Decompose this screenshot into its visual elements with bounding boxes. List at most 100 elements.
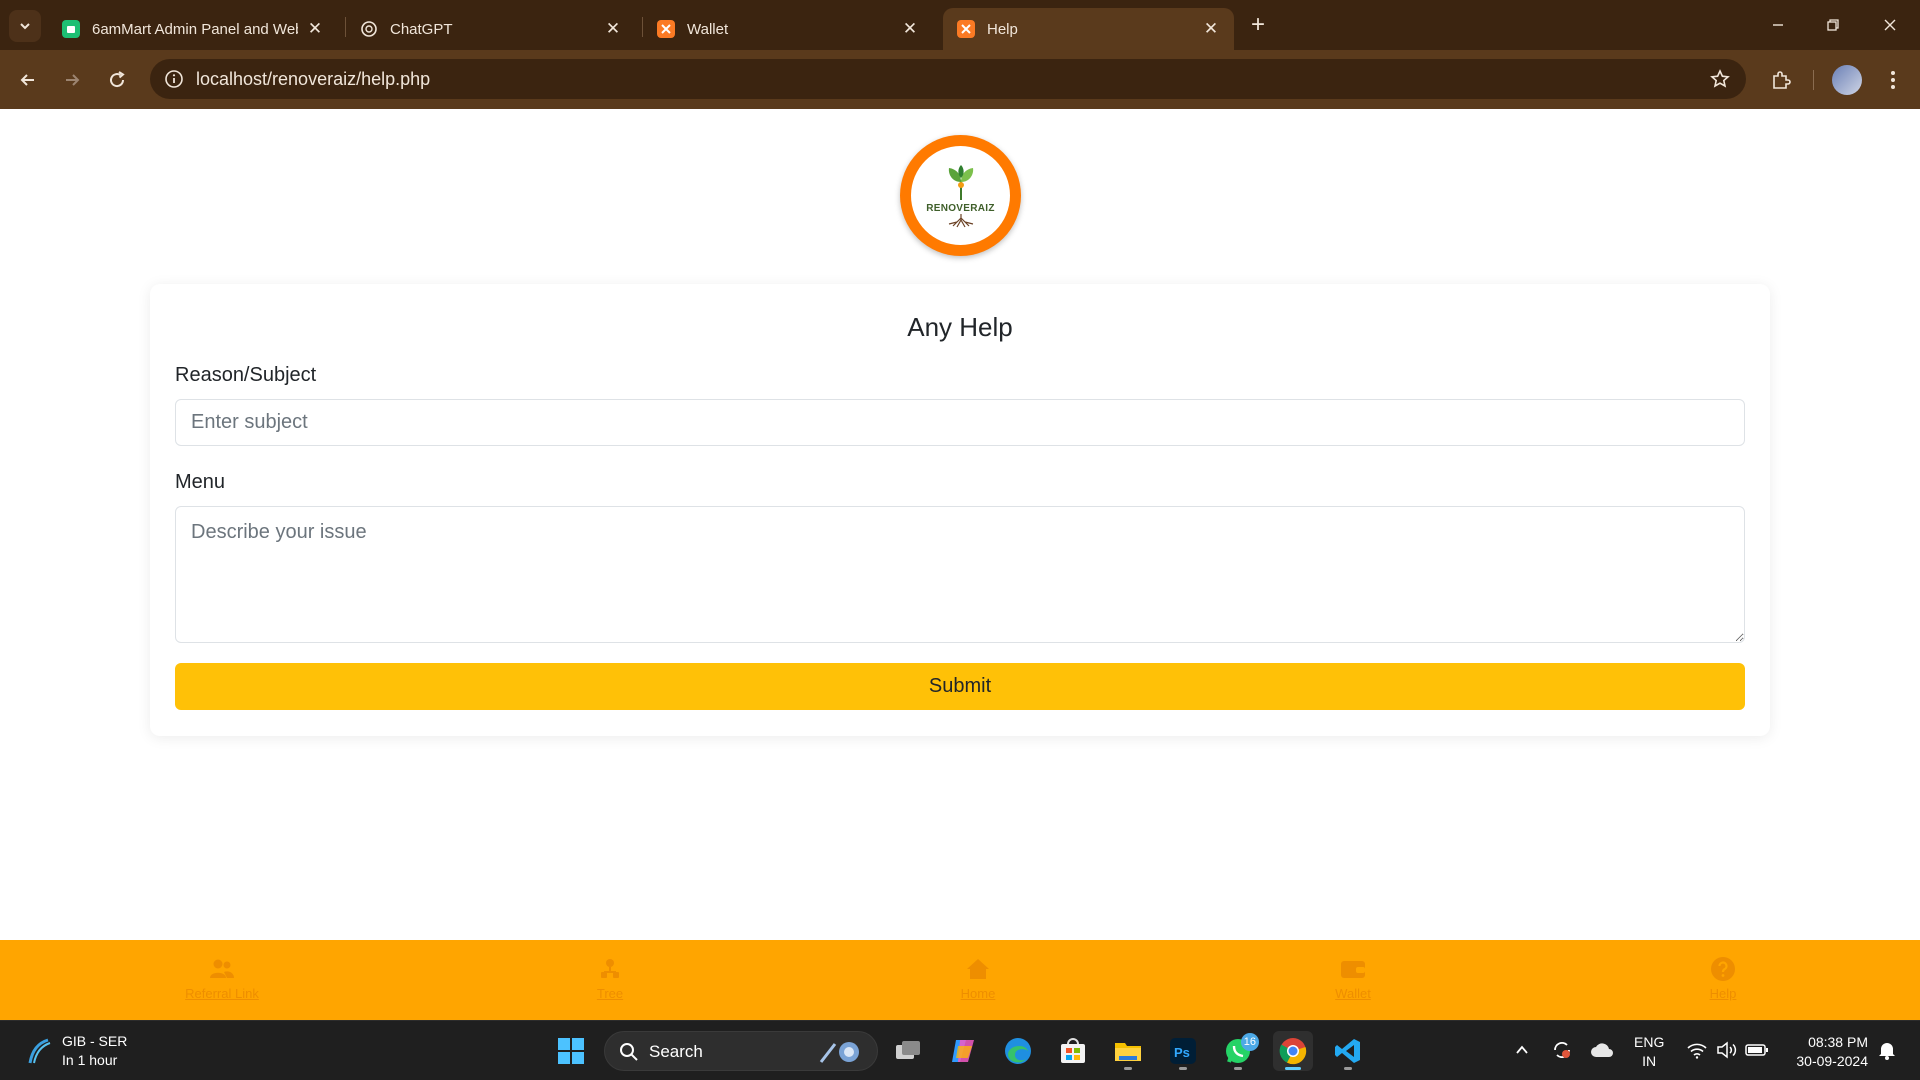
arrow-right-icon xyxy=(66,74,80,86)
chrome-icon xyxy=(1279,1038,1307,1065)
vscode-app[interactable] xyxy=(1328,1031,1368,1071)
subject-input[interactable] xyxy=(175,399,1745,446)
clock-date: 30-09-2024 xyxy=(1796,1053,1868,1069)
users-icon xyxy=(208,956,236,982)
6ammart-icon xyxy=(62,20,80,38)
running-indicator xyxy=(1285,1067,1301,1070)
taskbar-search[interactable]: Search xyxy=(604,1031,878,1071)
windows-icon xyxy=(558,1038,584,1064)
show-hidden-icons-button[interactable] xyxy=(1508,1036,1536,1064)
copilot-icon xyxy=(952,1040,974,1062)
tab-6ammart[interactable]: 6amMart Admin Panel and Web ✕ xyxy=(48,8,338,50)
task-view-button[interactable] xyxy=(888,1031,928,1071)
battery-status[interactable] xyxy=(1743,1036,1771,1064)
close-window-button[interactable] xyxy=(1870,10,1910,40)
back-button[interactable] xyxy=(12,64,44,96)
tab-wallet[interactable]: Wallet ✕ xyxy=(643,8,933,50)
restore-button[interactable] xyxy=(1813,10,1853,40)
cloud-icon xyxy=(1591,1043,1613,1057)
region-code: IN xyxy=(1642,1053,1657,1069)
minimize-button[interactable] xyxy=(1758,10,1798,40)
bottom-nav-wallet[interactable]: Wallet xyxy=(1273,956,1433,1001)
start-button[interactable] xyxy=(551,1031,591,1071)
notification-badge: 16 xyxy=(1240,1033,1259,1051)
svg-text:Ps: Ps xyxy=(1174,1045,1190,1060)
tab-title: Help xyxy=(987,20,1018,38)
os-taskbar: GIB - SER In 1 hour Search Ps 16 ENG IN … xyxy=(0,1020,1920,1080)
subject-label: Reason/Subject xyxy=(175,364,317,386)
tab-title: 6amMart Admin Panel and Web xyxy=(92,20,298,38)
sprout-icon xyxy=(948,164,973,200)
edge-app[interactable] xyxy=(998,1031,1038,1071)
home-icon xyxy=(964,956,992,982)
photoshop-icon: Ps xyxy=(1170,1038,1196,1064)
bottom-nav-help[interactable]: Help xyxy=(1643,956,1803,1001)
roots-icon xyxy=(948,213,973,227)
bottom-nav-referral[interactable]: Referral Link xyxy=(142,956,302,1001)
bottom-nav-tree[interactable]: Tree xyxy=(530,956,690,1001)
vscode-icon xyxy=(1335,1039,1360,1063)
close-icon[interactable]: ✕ xyxy=(306,19,324,38)
volume-status[interactable] xyxy=(1713,1036,1741,1064)
running-indicator xyxy=(1179,1067,1187,1070)
whatsapp-app[interactable]: 16 xyxy=(1218,1031,1259,1071)
sync-status[interactable] xyxy=(1548,1036,1576,1064)
battery-icon xyxy=(1745,1044,1768,1056)
speaker-icon xyxy=(1717,1041,1737,1059)
cricket-icon xyxy=(28,1038,51,1064)
xampp-icon xyxy=(957,20,975,38)
bottom-nav-label: Referral Link xyxy=(185,986,259,1001)
store-app[interactable] xyxy=(1053,1031,1093,1071)
tab-help[interactable]: Help ✕ xyxy=(943,8,1234,50)
submit-button[interactable]: Submit xyxy=(175,663,1745,710)
question-icon xyxy=(1709,956,1737,982)
bottom-nav-label: Home xyxy=(960,986,996,1001)
bottom-nav-label: Help xyxy=(1709,986,1737,1001)
profile-avatar[interactable] xyxy=(1832,65,1862,95)
task-view-icon xyxy=(896,1041,920,1059)
weather-widget[interactable]: GIB - SER In 1 hour xyxy=(24,1032,127,1070)
bell-icon xyxy=(1879,1043,1895,1060)
forward-button[interactable] xyxy=(56,64,88,96)
weather-subtitle: In 1 hour xyxy=(62,1052,118,1068)
reload-button[interactable] xyxy=(101,64,133,96)
browser-menu-button[interactable] xyxy=(1877,64,1909,96)
input-language[interactable]: ENG IN xyxy=(1634,1033,1664,1071)
tab-title: Wallet xyxy=(687,20,729,38)
info-icon[interactable] xyxy=(162,67,186,91)
arrow-left-icon xyxy=(20,74,34,86)
tab-search-button[interactable] xyxy=(9,10,41,42)
close-icon[interactable]: ✕ xyxy=(604,19,622,38)
notifications-button[interactable] xyxy=(1873,1036,1901,1064)
extensions-button[interactable] xyxy=(1765,64,1797,96)
chatgpt-icon xyxy=(360,20,378,38)
chevron-up-icon xyxy=(1516,1045,1528,1054)
bottom-nav-home[interactable]: Home xyxy=(898,956,1058,1001)
chrome-app[interactable] xyxy=(1273,1031,1313,1071)
close-icon[interactable]: ✕ xyxy=(901,19,919,38)
puzzle-icon xyxy=(1773,71,1791,89)
more-vertical-icon xyxy=(1891,71,1895,89)
network-status[interactable] xyxy=(1683,1036,1711,1064)
logo-text: RENOVERAIZ xyxy=(926,202,995,214)
wifi-icon xyxy=(1687,1043,1707,1059)
system-clock[interactable]: 08:38 PM 30-09-2024 xyxy=(1780,1033,1868,1071)
tab-chatgpt[interactable]: ChatGPT ✕ xyxy=(346,8,636,50)
search-icon xyxy=(620,1043,638,1061)
address-bar[interactable]: localhost/renoveraiz/help.php xyxy=(150,59,1746,99)
close-icon[interactable]: ✕ xyxy=(1202,19,1220,38)
minimize-icon xyxy=(1773,24,1783,26)
bookmark-star-icon[interactable] xyxy=(1708,67,1732,91)
running-indicator xyxy=(1124,1067,1132,1070)
help-form-card: Any Help Reason/Subject Menu Submit xyxy=(150,284,1770,736)
onedrive-status[interactable] xyxy=(1588,1036,1616,1064)
new-tab-button[interactable]: + xyxy=(1245,11,1271,38)
photoshop-app[interactable]: Ps xyxy=(1163,1031,1203,1071)
search-label: Search xyxy=(649,1042,703,1061)
file-explorer-app[interactable] xyxy=(1108,1031,1148,1071)
close-icon xyxy=(1884,19,1896,31)
copilot-app[interactable] xyxy=(943,1031,983,1071)
weather-title: GIB - SER xyxy=(62,1033,128,1049)
clock-time: 08:38 PM xyxy=(1808,1034,1868,1050)
issue-textarea[interactable] xyxy=(175,506,1745,643)
